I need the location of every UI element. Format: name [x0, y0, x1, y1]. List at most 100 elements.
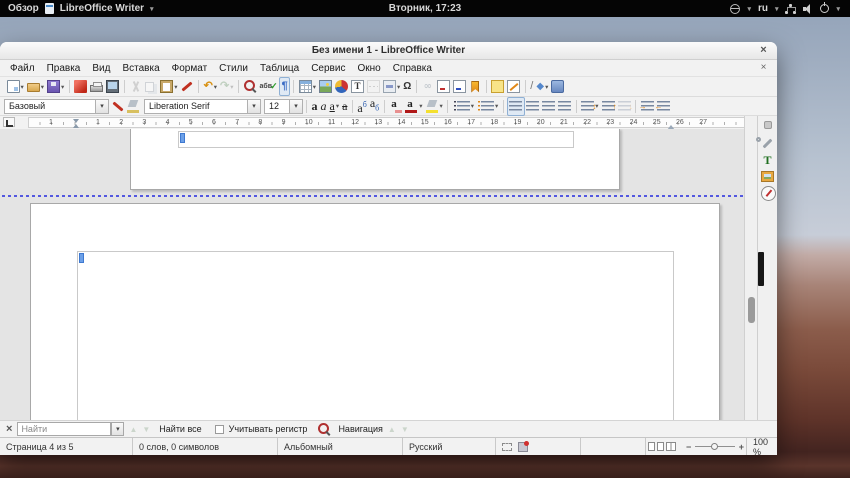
paste-button[interactable]: ▾ [159, 78, 179, 95]
styles-icon[interactable]: T [761, 154, 774, 167]
redo-button[interactable]: ↷ ▾ [219, 78, 235, 95]
title-bar[interactable]: Без имени 1 - LibreOffice Writer × [0, 42, 777, 60]
italic-button[interactable]: а [319, 98, 328, 115]
zoom-slider[interactable] [695, 443, 735, 450]
menu-view[interactable]: Вид [86, 62, 116, 75]
status-globe-icon[interactable] [730, 3, 741, 14]
align-left-button[interactable] [506, 96, 525, 116]
paragraph-style-combobox[interactable]: Базовый [4, 98, 96, 114]
find-input[interactable] [17, 422, 112, 436]
signature-cell[interactable] [581, 438, 646, 455]
document-close-button[interactable]: × [757, 61, 770, 74]
find-close-button[interactable]: × [6, 423, 12, 435]
footnote-button[interactable] [436, 78, 452, 95]
vertical-scrollbar[interactable] [744, 116, 757, 420]
navigator-icon[interactable] [761, 186, 776, 201]
single-page-view-icon[interactable] [648, 442, 655, 451]
hyperlink-button[interactable]: ∞ [420, 78, 436, 95]
activities-button[interactable]: Обзор [8, 3, 39, 14]
increase-paragraph-spacing-button[interactable]: ↑ [600, 98, 617, 115]
increase-indent-button[interactable]: → [639, 98, 655, 115]
sidebar-settings-icon[interactable] [764, 121, 772, 129]
navigation-label[interactable]: Навигация [338, 424, 382, 434]
endnote-button[interactable] [452, 78, 468, 95]
new-style-button[interactable] [125, 98, 141, 115]
find-replace-button[interactable] [242, 78, 258, 95]
tab-stop-selector[interactable] [3, 117, 15, 127]
bullet-list-button[interactable]: ▾ [451, 98, 475, 115]
menu-help[interactable]: Справка [387, 62, 438, 75]
clear-formatting-button[interactable]: а [388, 98, 404, 115]
word-count-status[interactable]: 0 слов, 0 символов [133, 438, 278, 455]
line-spacing-button[interactable]: ↕ ▾ [580, 98, 600, 115]
copy-button[interactable] [144, 78, 159, 95]
insert-comment-button[interactable] [490, 78, 506, 95]
language-status[interactable]: Русский [403, 438, 496, 455]
find-previous-icon[interactable]: ▲ [129, 425, 137, 434]
network-icon[interactable] [785, 3, 797, 14]
page-previous[interactable] [130, 129, 620, 190]
document-area[interactable] [0, 129, 744, 420]
align-right-button[interactable] [541, 98, 557, 115]
find-all-button[interactable]: Найти все [159, 424, 201, 434]
underline-button[interactable]: а ▾ [328, 98, 341, 115]
align-center-button[interactable] [525, 98, 541, 115]
find-history-dropdown[interactable]: ▾ [111, 422, 125, 436]
navigate-up-icon[interactable]: ▲ [388, 425, 396, 434]
insert-image-button[interactable] [318, 78, 334, 95]
window-close-button[interactable]: × [757, 44, 770, 57]
insert-field-button[interactable]: ▾ [382, 78, 402, 95]
bold-button[interactable]: а [310, 98, 319, 115]
page-number-status[interactable]: Страница 4 из 5 [0, 438, 133, 455]
find-next-icon[interactable]: ▼ [142, 425, 150, 434]
update-style-button[interactable] [109, 98, 125, 115]
zoom-out-button[interactable]: − [686, 442, 691, 452]
selection-mode-icon[interactable] [502, 442, 512, 451]
new-document-button[interactable]: ▾ [5, 78, 25, 95]
paragraph-style-dropdown[interactable]: ▾ [96, 98, 109, 114]
sidebar-scrollbar-thumb[interactable] [758, 252, 764, 286]
formatting-marks-button[interactable]: ¶ [279, 77, 291, 96]
menu-window[interactable]: Окно [351, 62, 386, 75]
insert-table-button[interactable]: ▾ [297, 78, 317, 95]
multi-page-view-icon[interactable] [657, 442, 664, 451]
navigate-down-icon[interactable]: ▼ [401, 425, 409, 434]
font-size-dropdown[interactable]: ▾ [290, 98, 303, 114]
decrease-paragraph-spacing-button[interactable]: ↓ [616, 98, 633, 115]
open-button[interactable]: ▾ [25, 78, 45, 95]
bookmark-button[interactable] [468, 78, 483, 95]
find-and-replace-icon[interactable] [318, 422, 331, 436]
spelling-button[interactable]: абв ✓ [258, 78, 279, 95]
menu-edit[interactable]: Правка [41, 62, 87, 75]
menu-tools[interactable]: Сервис [305, 62, 351, 75]
font-size-combobox[interactable]: 12 [264, 98, 290, 114]
font-color-button[interactable]: а ▾ [404, 98, 424, 115]
menu-styles[interactable]: Стили [213, 62, 254, 75]
gallery-icon[interactable] [761, 171, 774, 182]
keyboard-layout-button[interactable]: ru [758, 3, 768, 14]
scrollbar-thumb[interactable] [748, 297, 755, 323]
cut-button[interactable] [128, 78, 144, 95]
page-break-indicator[interactable] [2, 195, 744, 197]
page-current[interactable] [30, 203, 720, 420]
menu-insert[interactable]: Вставка [116, 62, 165, 75]
book-view-icon[interactable] [666, 442, 676, 451]
power-icon[interactable] [820, 2, 830, 13]
clone-formatting-button[interactable] [179, 78, 195, 95]
match-case-checkbox[interactable] [214, 424, 224, 434]
superscript-button[interactable]: аб [356, 98, 368, 115]
numbered-list-button[interactable]: ▾ [476, 98, 500, 115]
font-name-combobox[interactable]: Liberation Serif [144, 98, 248, 114]
save-button[interactable]: ▾ [46, 78, 66, 95]
print-button[interactable] [89, 78, 105, 95]
menu-format[interactable]: Формат [166, 62, 214, 75]
insert-chart-button[interactable] [334, 78, 350, 95]
track-changes-button[interactable] [506, 78, 522, 95]
draw-functions-button[interactable] [550, 78, 566, 95]
menu-table[interactable]: Таблица [254, 62, 305, 75]
print-preview-button[interactable] [105, 78, 121, 95]
zoom-slider-knob[interactable] [711, 443, 719, 450]
menu-file[interactable]: Файл [4, 62, 41, 75]
page-style-status[interactable]: Альбомный [278, 438, 403, 455]
strikethrough-button[interactable]: а [341, 98, 349, 115]
